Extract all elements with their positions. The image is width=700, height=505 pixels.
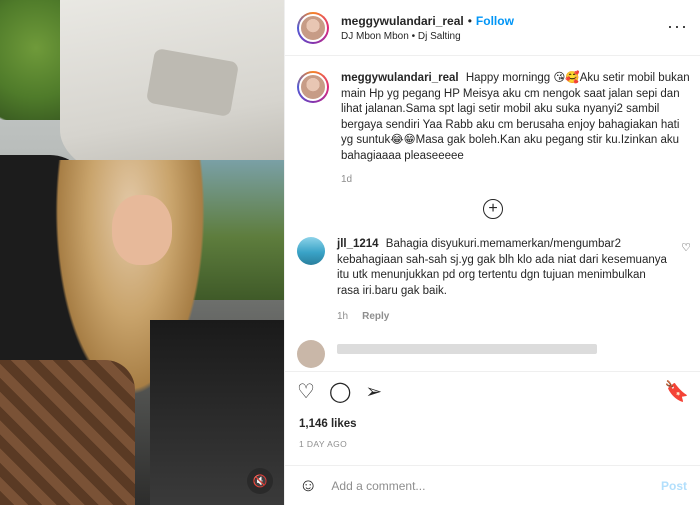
likes-count[interactable]: 1,146 likes xyxy=(299,418,357,430)
list-item xyxy=(285,322,700,368)
caption-username[interactable]: meggywulandari_real xyxy=(341,72,459,84)
post-details-panel: meggywulandari_real • Follow DJ Mbon Mbo… xyxy=(284,0,700,505)
comments-list[interactable]: meggywulandari_real Happy morningg 😘🥰Aku… xyxy=(285,57,700,371)
post-video[interactable]: 🔇 xyxy=(0,0,284,505)
header-username[interactable]: meggywulandari_real xyxy=(341,14,464,28)
comment-time[interactable]: 1h xyxy=(337,311,348,322)
post-header: meggywulandari_real • Follow DJ Mbon Mbo… xyxy=(285,0,700,56)
post-caption: meggywulandari_real Happy morningg 😘🥰Aku… xyxy=(285,57,700,185)
comment-bubble-icon[interactable]: ◯ xyxy=(329,382,351,402)
add-comment-bar: ☺ Add a comment... Post xyxy=(285,465,700,505)
more-options-icon[interactable]: ··· xyxy=(667,16,688,37)
caption-time[interactable]: 1d xyxy=(341,174,691,185)
like-heart-icon[interactable]: ♡ xyxy=(297,382,315,402)
comment-text: Bahagia disyukuri.memamerkan/mengumbar2 … xyxy=(337,238,667,297)
header-separator: • xyxy=(467,13,472,28)
comment-username[interactable]: jll_1214 xyxy=(337,238,379,250)
post-date: 1 DAY AGO xyxy=(299,439,348,449)
comment-input[interactable]: Add a comment... xyxy=(331,479,661,493)
list-item: jll_1214 Bahagia disyukuri.memamerkan/me… xyxy=(285,219,700,322)
video-handbag xyxy=(0,360,135,505)
comment-text-cut-off xyxy=(337,344,597,354)
heart-outline-icon[interactable]: ♡ xyxy=(681,241,691,254)
follow-button[interactable]: Follow xyxy=(476,14,514,28)
bookmark-icon[interactable]: 🔖 xyxy=(664,382,689,402)
reply-button[interactable]: Reply xyxy=(362,311,389,322)
comment-avatar[interactable] xyxy=(297,340,325,368)
caption-text: Happy morningg 😘🥰Aku setir mobil bukan m… xyxy=(341,72,690,162)
speaker-muted-icon[interactable]: 🔇 xyxy=(247,468,273,494)
caption-avatar[interactable] xyxy=(297,71,329,103)
share-send-icon[interactable]: ➢ xyxy=(365,382,382,402)
plus-circle-icon[interactable]: + xyxy=(483,199,503,219)
action-bar: ♡ ◯ ➢ 🔖 xyxy=(285,371,700,411)
avatar[interactable] xyxy=(297,11,329,44)
emoji-icon[interactable]: ☺ xyxy=(299,475,317,496)
video-person-face xyxy=(112,195,172,265)
post-button[interactable]: Post xyxy=(661,479,687,493)
comment-avatar[interactable] xyxy=(297,237,325,265)
load-more-comments[interactable]: + xyxy=(285,199,700,219)
audio-track-link[interactable]: DJ Mbon Mbon • Dj Salting xyxy=(341,31,514,42)
